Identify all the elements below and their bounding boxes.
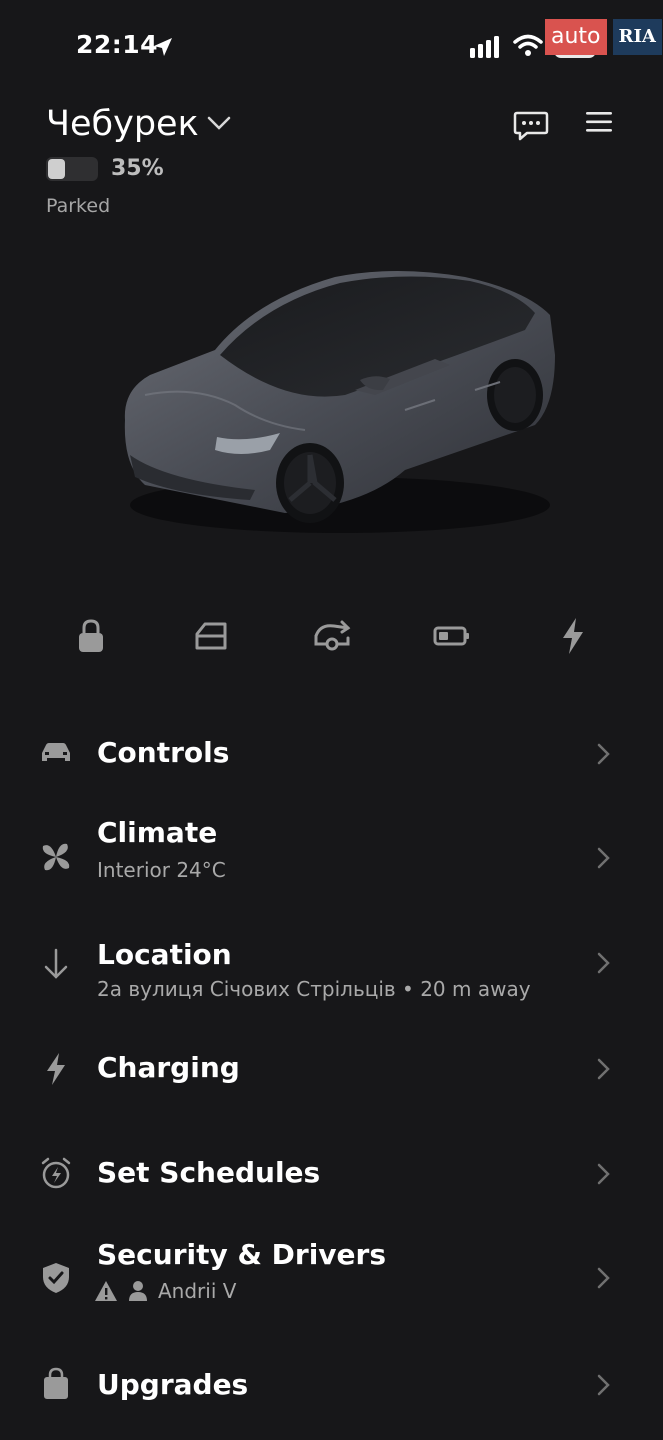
- trunk-button[interactable]: [308, 612, 356, 660]
- user-icon: [129, 1281, 147, 1301]
- upgrades-title: Upgrades: [97, 1368, 249, 1401]
- battery-gauge-fill: [48, 159, 65, 179]
- menu-climate[interactable]: Climate Interior 24°C: [0, 810, 663, 900]
- battery-percent: 35%: [111, 156, 164, 181]
- car-name[interactable]: Чебурек: [46, 104, 199, 144]
- chevron-right-icon: [597, 1163, 610, 1185]
- vehicle-status: Parked: [46, 195, 111, 217]
- chevron-right-icon: [597, 743, 610, 765]
- frunk-icon: [195, 622, 227, 650]
- alarm-clock-icon: [38, 1155, 74, 1191]
- charge-icon: [563, 618, 583, 654]
- fan-icon: [38, 839, 74, 875]
- status-time: 22:14: [76, 30, 159, 59]
- cellular-signal-icon: [470, 36, 499, 58]
- shopping-bag-icon: [38, 1366, 74, 1402]
- lightning-icon: [38, 1051, 74, 1087]
- menu-location[interactable]: Location 2а вулиця Січових Стрільців • 2…: [0, 930, 663, 1010]
- wifi-icon: [513, 34, 543, 56]
- menu-icon[interactable]: [585, 110, 613, 134]
- climate-subtitle: Interior 24°C: [97, 858, 226, 882]
- watermark: auto RIA: [545, 19, 662, 55]
- menu-charging[interactable]: Charging: [0, 1035, 663, 1105]
- trunk-icon: [314, 620, 351, 651]
- car-icon: [38, 735, 74, 771]
- chevron-right-icon: [597, 847, 610, 869]
- menu-controls[interactable]: Controls: [0, 718, 663, 788]
- schedules-title: Set Schedules: [97, 1156, 321, 1189]
- charge-port-button[interactable]: [549, 612, 597, 660]
- chevron-right-icon: [597, 1374, 610, 1396]
- battery-button[interactable]: [428, 612, 476, 660]
- watermark-auto: auto: [545, 19, 607, 55]
- message-icon[interactable]: [513, 110, 549, 142]
- chevron-right-icon: [597, 952, 610, 974]
- frunk-button[interactable]: [187, 612, 235, 660]
- menu-upgrades[interactable]: Upgrades: [0, 1352, 663, 1422]
- charging-title: Charging: [97, 1051, 240, 1084]
- watermark-ria: RIA: [612, 19, 662, 55]
- climate-title: Climate: [97, 816, 218, 849]
- chevron-down-icon[interactable]: [206, 114, 232, 132]
- lock-icon: [79, 619, 103, 652]
- driver-name: Andrii V: [158, 1279, 237, 1303]
- menu-security-drivers[interactable]: Security & Drivers Andrii V: [0, 1232, 663, 1322]
- chevron-right-icon: [597, 1267, 610, 1289]
- menu-set-schedules[interactable]: Set Schedules: [0, 1140, 663, 1210]
- car-image: [124, 271, 556, 533]
- location-arrow-icon: [154, 38, 172, 56]
- warning-icon: [95, 1281, 117, 1301]
- shield-check-icon: [38, 1260, 74, 1296]
- arrow-down-icon: [38, 946, 74, 982]
- controls-title: Controls: [97, 736, 230, 769]
- battery-icon: [433, 626, 469, 646]
- security-title: Security & Drivers: [97, 1238, 387, 1271]
- location-subtitle: 2а вулиця Січових Стрільців • 20 m away: [97, 977, 531, 1001]
- chevron-right-icon: [597, 1058, 610, 1080]
- location-title: Location: [97, 938, 232, 971]
- lock-button[interactable]: [67, 612, 115, 660]
